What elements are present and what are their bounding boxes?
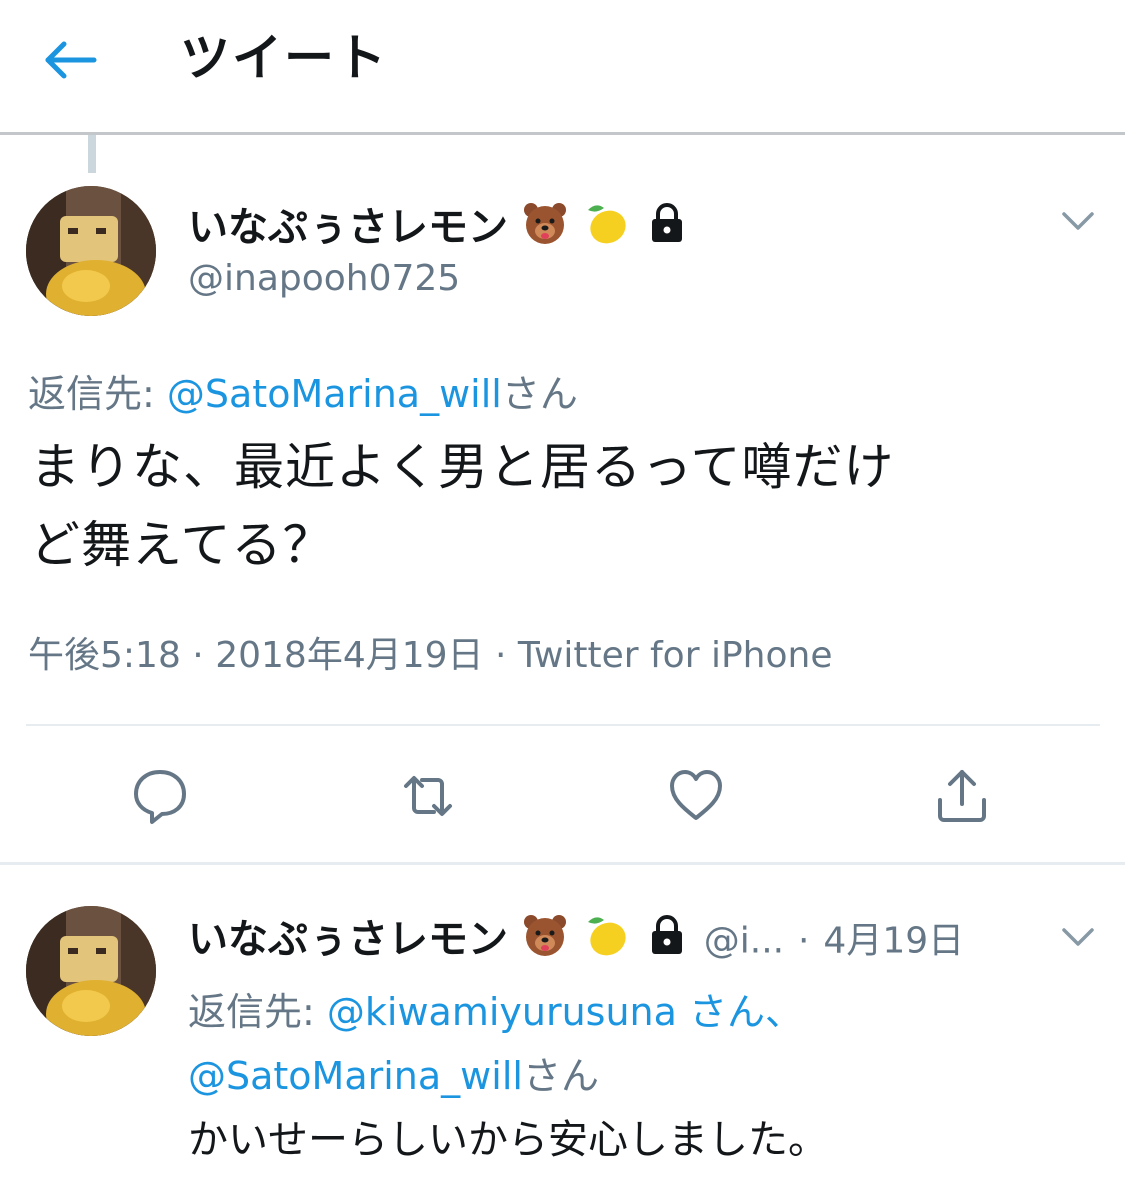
- tweet-text-line: ど舞えてる？: [30, 516, 334, 574]
- reply-prefix: 返信先:: [28, 372, 167, 416]
- meta-separator: ·: [495, 635, 507, 676]
- mention-link[interactable]: @SatoMarina_will: [167, 372, 502, 416]
- tweet-options-button[interactable]: [1058, 206, 1098, 236]
- tweet-client[interactable]: Twitter for iPhone: [518, 635, 833, 676]
- avatar-image: [26, 906, 156, 1036]
- tweet-meta: 午後5:18 · 2018年4月19日 · Twitter for iPhone: [28, 632, 832, 680]
- tweet-date[interactable]: 4月19日: [823, 921, 964, 962]
- reply-header: いなぷぅさレモン @i... · 4月19日: [188, 912, 964, 971]
- share-button[interactable]: [930, 764, 994, 828]
- display-name-text[interactable]: いなぷぅさレモン: [188, 917, 508, 963]
- like-icon: [670, 770, 722, 820]
- reply-context: 返信先: @SatoMarina_willさん: [28, 368, 578, 420]
- user-handle[interactable]: @inapooh0725: [188, 255, 460, 303]
- header-divider: [0, 132, 1125, 135]
- reply-context-cont: @SatoMarina_willさん: [188, 1050, 599, 1102]
- reply-suffix: さん: [522, 1054, 599, 1098]
- tweet-text-line: まりな、最近よく男と居るって噂だけ: [30, 438, 895, 496]
- bear-face-icon: [522, 200, 568, 259]
- lock-icon: [644, 200, 690, 259]
- meta-separator: ·: [192, 635, 204, 676]
- page-title: ツイート: [180, 29, 388, 87]
- display-name[interactable]: いなぷぅさレモン: [188, 200, 690, 259]
- tweet-text: まりな、最近よく男と居るって噂だけ ど舞えてる？: [30, 428, 895, 584]
- tweet-options-button[interactable]: [1058, 922, 1098, 952]
- tweet-time: 午後5:18: [28, 635, 181, 676]
- tweet-text: かいせーらしいから安心しました。: [188, 1117, 828, 1163]
- chevron-down-icon: [1062, 212, 1094, 230]
- reply-suffix: さん: [501, 372, 578, 416]
- chevron-down-icon: [1062, 928, 1094, 946]
- avatar-image: [26, 186, 156, 316]
- tweet-date[interactable]: 2018年4月19日: [215, 635, 483, 676]
- like-button[interactable]: [664, 764, 728, 828]
- retweet-icon: [404, 776, 452, 816]
- lemon-icon: [582, 912, 630, 971]
- mention-link[interactable]: @SatoMarina_will: [188, 1054, 523, 1098]
- retweet-button[interactable]: [396, 764, 460, 828]
- arrow-left-icon: [45, 41, 97, 79]
- share-icon: [938, 770, 986, 822]
- mention-link[interactable]: @kiwamiyurusuna: [327, 990, 677, 1034]
- reply-mid: さん、: [676, 990, 804, 1034]
- meta-separator: ·: [798, 920, 810, 962]
- lemon-icon: [582, 200, 630, 259]
- thread-connector: [88, 135, 96, 173]
- lock-icon: [644, 912, 690, 971]
- avatar[interactable]: [26, 186, 156, 316]
- tweet-divider: [0, 862, 1125, 865]
- meta-divider: [26, 724, 1100, 726]
- display-name-text: いなぷぅさレモン: [188, 204, 508, 251]
- avatar[interactable]: [26, 906, 156, 1036]
- reply-prefix: 返信先:: [188, 990, 327, 1034]
- reply-context: 返信先: @kiwamiyurusuna さん、: [188, 986, 803, 1038]
- bear-face-icon: [522, 912, 568, 971]
- reply-button[interactable]: [128, 764, 192, 828]
- reply-icon: [134, 770, 186, 824]
- user-handle[interactable]: @i...: [704, 921, 784, 962]
- back-button[interactable]: [40, 36, 104, 84]
- app-header: [0, 0, 1125, 132]
